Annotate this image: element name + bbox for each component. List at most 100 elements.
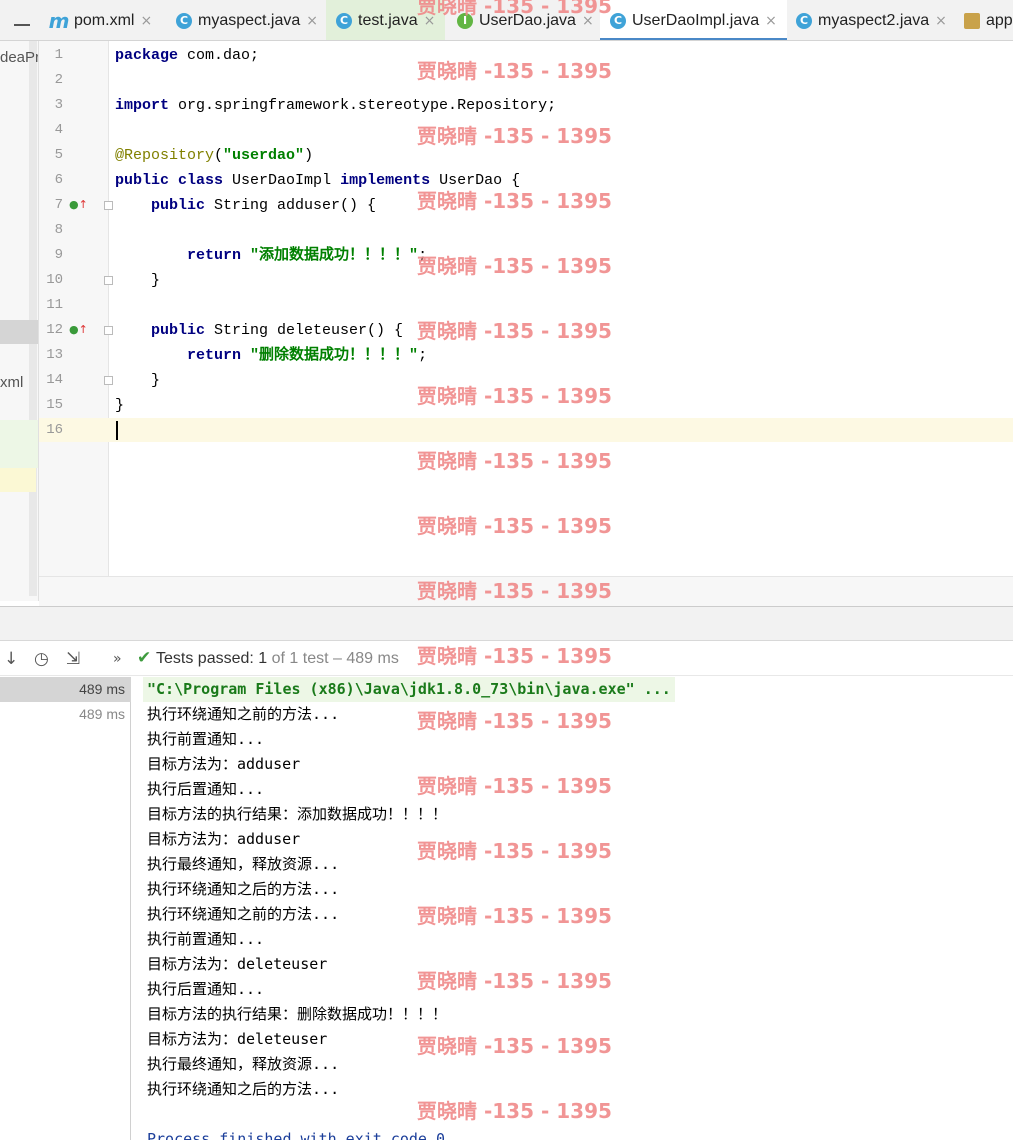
test-tree-row[interactable]: 489 ms bbox=[0, 702, 131, 727]
maven-icon: m bbox=[48, 8, 70, 33]
close-icon[interactable]: × bbox=[306, 13, 318, 29]
console-line: 执行后置通知... bbox=[147, 980, 265, 998]
line-number: 1 bbox=[54, 47, 63, 63]
console-line: 执行最终通知，释放资源... bbox=[147, 1055, 340, 1073]
line-number: 14 bbox=[46, 372, 63, 388]
fold-icon[interactable] bbox=[104, 276, 113, 285]
tab-myaspect[interactable]: C myaspect.java × bbox=[176, 0, 318, 40]
class-icon: C bbox=[336, 12, 352, 29]
export-icon[interactable]: ⇲ bbox=[66, 649, 80, 669]
line-number: 11 bbox=[46, 297, 63, 313]
close-icon[interactable]: × bbox=[935, 13, 947, 29]
fold-icon[interactable] bbox=[104, 376, 113, 385]
implements-method-icon[interactable]: ●↑ bbox=[69, 323, 88, 336]
project-tree-text[interactable]: deaPr bbox=[0, 49, 38, 66]
console-line: 目标方法的执行结果：添加数据成功！！！！ bbox=[147, 805, 448, 823]
line-number: 3 bbox=[54, 97, 63, 113]
implements-method-icon[interactable]: ●↑ bbox=[69, 198, 88, 211]
tab-label: app bbox=[986, 11, 1013, 29]
code-line[interactable]: return "删除数据成功！！！！"; bbox=[115, 343, 427, 368]
watermark-text: 贾晓晴 -135 - 1395 bbox=[417, 59, 612, 83]
line-number: 13 bbox=[46, 347, 63, 363]
code-line[interactable]: import org.springframework.stereotype.Re… bbox=[115, 93, 556, 118]
close-icon[interactable]: × bbox=[765, 13, 777, 29]
console-line: 执行环绕通知之后的方法... bbox=[147, 880, 340, 898]
console-line: 目标方法为：adduser bbox=[147, 830, 301, 848]
watermark-text: 贾晓晴 -135 - 1395 bbox=[417, 644, 612, 668]
code-line[interactable]: package com.dao; bbox=[115, 43, 259, 68]
panel-splitter[interactable] bbox=[0, 606, 1013, 640]
code-line[interactable]: public String deleteuser() { bbox=[115, 318, 403, 343]
watermark-text: 贾晓晴 -135 - 1395 bbox=[417, 449, 612, 473]
status-label: Tests passed: bbox=[156, 650, 254, 667]
test-tree-row[interactable]: 489 ms bbox=[0, 677, 131, 702]
current-line-highlight bbox=[39, 418, 1013, 442]
tab-label: myaspect.java bbox=[198, 11, 301, 29]
console-command: "C:\Program Files (x86)\Java\jdk1.8.0_73… bbox=[143, 677, 675, 702]
console-line: 执行环绕通知之前的方法... bbox=[147, 705, 340, 723]
watermark-text: 贾晓晴 -135 - 1395 bbox=[417, 0, 612, 18]
test-tree: 489 ms 489 ms bbox=[0, 677, 131, 1140]
tab-pom-xml[interactable]: m pom.xml × bbox=[48, 0, 153, 40]
code-line[interactable]: @Repository("userdao") bbox=[115, 143, 313, 168]
line-number: 7 bbox=[54, 197, 63, 213]
tab-label: pom.xml bbox=[74, 11, 135, 29]
console-line: 执行前置通知... bbox=[147, 930, 265, 948]
history-icon[interactable]: ◷ bbox=[34, 649, 49, 669]
class-icon: C bbox=[176, 12, 192, 29]
watermark-text: 贾晓晴 -135 - 1395 bbox=[417, 904, 612, 928]
watermark-text: 贾晓晴 -135 - 1395 bbox=[417, 774, 612, 798]
line-number: 15 bbox=[46, 397, 63, 413]
watermark-text: 贾晓晴 -135 - 1395 bbox=[417, 1099, 612, 1123]
test-status: Tests passed: 1 of 1 test – 489 ms bbox=[156, 650, 399, 668]
watermark-text: 贾晓晴 -135 - 1395 bbox=[417, 189, 612, 213]
fold-icon[interactable] bbox=[104, 201, 113, 210]
project-panel-edge: deaPr xml bbox=[0, 41, 39, 601]
tab-app-xml[interactable]: app bbox=[964, 0, 1013, 40]
watermark-text: 贾晓晴 -135 - 1395 bbox=[417, 709, 612, 733]
tree-highlight-yellow bbox=[0, 468, 36, 492]
fold-icon[interactable] bbox=[104, 326, 113, 335]
close-icon[interactable]: × bbox=[140, 13, 152, 29]
class-icon: C bbox=[796, 12, 812, 29]
console-line: 执行最终通知，释放资源... bbox=[147, 855, 340, 873]
tab-label: myaspect2.java bbox=[818, 11, 930, 29]
console-exit-line: Process finished with exit code 0 bbox=[147, 1130, 446, 1140]
code-line[interactable]: } bbox=[115, 368, 160, 393]
tab-myaspect2[interactable]: C myaspect2.java × bbox=[796, 0, 947, 40]
tree-highlight bbox=[0, 420, 38, 468]
console-line: 目标方法的执行结果：删除数据成功！！！！ bbox=[147, 1005, 448, 1023]
line-number: 2 bbox=[54, 72, 63, 88]
line-number: 12 bbox=[46, 322, 63, 338]
check-icon: ✔ bbox=[137, 648, 152, 668]
arrow-down-icon[interactable]: ↓ bbox=[4, 649, 18, 669]
code-line[interactable]: } bbox=[115, 393, 124, 418]
tab-userdaoimpl[interactable]: C UserDaoImpl.java × bbox=[600, 0, 787, 40]
console-line: 目标方法为：adduser bbox=[147, 755, 301, 773]
test-summary: of 1 test – 489 ms bbox=[271, 650, 399, 667]
line-number: 9 bbox=[54, 247, 63, 263]
class-icon: C bbox=[610, 12, 626, 29]
watermark-text: 贾晓晴 -135 - 1395 bbox=[417, 124, 612, 148]
console-line: 执行前置通知... bbox=[147, 730, 265, 748]
code-line[interactable]: } bbox=[115, 268, 160, 293]
line-number: 16 bbox=[46, 422, 63, 438]
passed-count: 1 bbox=[258, 650, 268, 667]
console-line: 执行环绕通知之前的方法... bbox=[147, 905, 340, 923]
watermark-text: 贾晓晴 -135 - 1395 bbox=[417, 579, 612, 603]
selected-tree-row[interactable] bbox=[0, 320, 38, 344]
console-line: 目标方法为：deleteuser bbox=[147, 1030, 328, 1048]
more-icon[interactable]: » bbox=[113, 651, 122, 667]
project-tree-text[interactable]: xml bbox=[0, 374, 23, 391]
spring-xml-icon bbox=[964, 12, 980, 29]
watermark-text: 贾晓晴 -135 - 1395 bbox=[417, 514, 612, 538]
watermark-text: 贾晓晴 -135 - 1395 bbox=[417, 1034, 612, 1058]
code-line[interactable]: return "添加数据成功！！！！"; bbox=[115, 243, 427, 268]
watermark-text: 贾晓晴 -135 - 1395 bbox=[417, 839, 612, 863]
tab-label: UserDaoImpl.java bbox=[632, 11, 760, 29]
minimize-icon[interactable] bbox=[14, 24, 30, 26]
code-line[interactable]: public String adduser() { bbox=[115, 193, 376, 218]
scrollbar[interactable] bbox=[29, 41, 37, 596]
line-number: 10 bbox=[46, 272, 63, 288]
console-line: 目标方法为：deleteuser bbox=[147, 955, 328, 973]
